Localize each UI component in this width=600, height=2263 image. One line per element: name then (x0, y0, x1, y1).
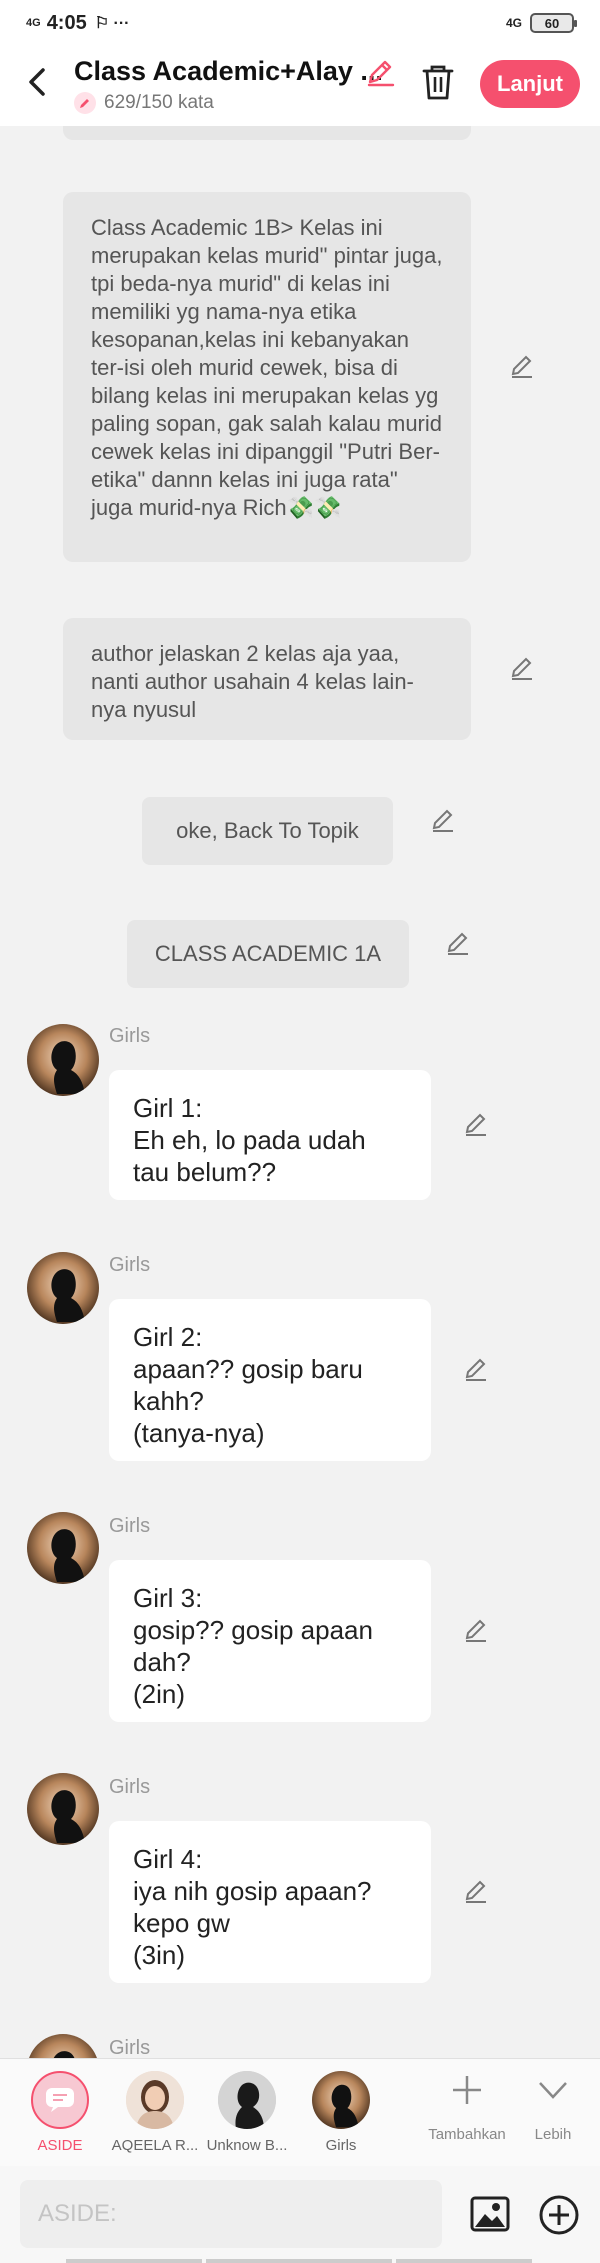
input-bar (0, 2166, 600, 2263)
avatar (312, 2071, 370, 2129)
edit-message-icon[interactable] (462, 1110, 490, 1138)
add-character-button[interactable]: Tambahkan (422, 2073, 512, 2143)
edit-title-icon[interactable] (364, 56, 396, 88)
trash-icon[interactable] (420, 62, 456, 102)
edit-message-icon[interactable] (429, 806, 457, 834)
edit-message-icon[interactable] (462, 1616, 490, 1644)
character-selector: ASIDE AQEELA R... Unknow B... Girls Tamb… (0, 2058, 600, 2166)
aside-bubble[interactable]: Class Academic 1B> Kelas ini merupakan k… (63, 192, 471, 562)
character-girls[interactable]: Girls (296, 2071, 386, 2154)
chat-bubble[interactable]: Girl 4: iya nih gosip apaan? kepo gw (3i… (109, 1821, 431, 1983)
avatar[interactable] (27, 1512, 99, 1584)
edit-message-icon[interactable] (508, 352, 536, 380)
character-name: Girls (109, 1025, 151, 1047)
nav-bar-segment (206, 2259, 392, 2263)
edit-message-icon[interactable] (444, 929, 472, 957)
aside-pill[interactable]: CLASS ACADEMIC 1A (127, 920, 409, 988)
character-aqeela[interactable]: AQEELA R... (110, 2071, 200, 2154)
avatar[interactable] (27, 1024, 99, 1096)
image-icon[interactable] (470, 2194, 510, 2234)
message-input[interactable] (20, 2180, 442, 2248)
avatar[interactable] (27, 1773, 99, 1845)
aside-pill[interactable]: oke, Back To Topik (142, 797, 393, 865)
character-name: Girls (109, 1254, 151, 1276)
network-indicator: 4G (26, 17, 41, 29)
chat-bubble[interactable]: Girl 1: Eh eh, lo pada udah tau belum?? (109, 1070, 431, 1200)
network-indicator-right: 4G (505, 16, 522, 30)
header: Class Academic+Alay ... 629/150 kata Lan… (0, 46, 600, 126)
more-label: Lebih (534, 2126, 572, 2143)
nav-bar-segment (66, 2259, 202, 2263)
page-title: Class Academic+Alay ... (74, 56, 383, 86)
aside-icon (31, 2071, 89, 2129)
chevron-down-icon (539, 2082, 567, 2099)
character-label: ASIDE (37, 2137, 83, 2154)
aside-bubble[interactable]: author jelaskan 2 kelas aja yaa, nanti a… (63, 618, 471, 740)
character-unknown[interactable]: Unknow B... (202, 2071, 292, 2154)
character-name: Girls (109, 1776, 151, 1798)
character-name: Girls (109, 1515, 151, 1537)
word-count: 629/150 kata (74, 92, 214, 114)
story-content[interactable]: Class Academic 1B> Kelas ini merupakan k… (0, 126, 600, 2058)
notification-icons: ⚐ ··· (94, 15, 130, 32)
edit-message-icon[interactable] (462, 1877, 490, 1905)
nav-bar-segment (396, 2259, 532, 2263)
more-button[interactable]: Lebih (508, 2073, 598, 2143)
add-circle-icon[interactable] (538, 2194, 580, 2236)
status-time: 4:05 (46, 11, 87, 34)
plus-icon (453, 2076, 481, 2104)
character-label: Unknow B... (206, 2137, 288, 2154)
battery-icon: 60 (530, 13, 577, 33)
status-bar: 4G 4:05 ⚐ ··· 4G 60 (0, 0, 600, 46)
avatar (126, 2071, 184, 2129)
chat-bubble[interactable]: Girl 2: apaan?? gosip baru kahh? (tanya-… (109, 1299, 431, 1461)
avatar (218, 2071, 276, 2129)
edit-message-icon[interactable] (462, 1355, 490, 1383)
character-aside[interactable]: ASIDE (15, 2071, 105, 2154)
word-count-text: 629/150 kata (104, 92, 214, 113)
avatar[interactable] (27, 2034, 99, 2058)
character-name: Girls (109, 2037, 151, 2058)
add-label: Tambahkan (428, 2126, 506, 2143)
character-label: AQEELA R... (111, 2137, 199, 2154)
next-button[interactable]: Lanjut (480, 60, 580, 108)
chat-bubble[interactable]: Girl 3: gosip?? gosip apaan dah? (2in) (109, 1560, 431, 1722)
avatar[interactable] (27, 1252, 99, 1324)
character-label: Girls (325, 2137, 357, 2154)
pencil-icon (74, 92, 96, 114)
aside-bubble-partial[interactable] (63, 126, 471, 140)
back-arrow-icon[interactable] (18, 62, 58, 102)
edit-message-icon[interactable] (508, 654, 536, 682)
